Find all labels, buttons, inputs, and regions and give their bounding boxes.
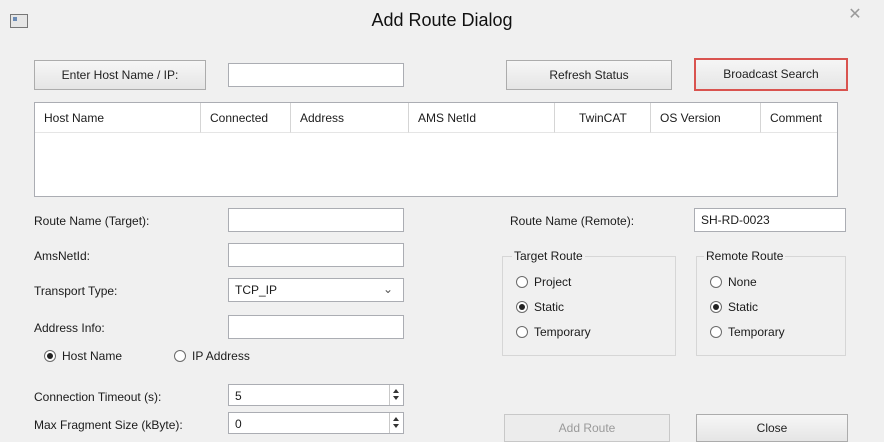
spin-down-icon (393, 396, 399, 400)
remote-none-label[interactable]: None (728, 275, 757, 289)
target-route-group (502, 256, 676, 356)
address-info-label: Address Info: (34, 321, 105, 335)
host-list[interactable]: Host Name Connected Address AMS NetId Tw… (34, 102, 838, 197)
transport-type-select[interactable]: TCP_IP ⌄ (228, 278, 404, 302)
amsnetid-label: AmsNetId: (34, 249, 91, 263)
column-host-name[interactable]: Host Name (35, 103, 201, 133)
route-name-target-input[interactable] (228, 208, 404, 232)
remote-route-legend: Remote Route (704, 249, 786, 263)
remote-temporary-radio[interactable] (710, 326, 722, 338)
column-twincat[interactable]: TwinCAT (555, 103, 651, 133)
max-fragment-value: 0 (235, 417, 242, 431)
spin-down-icon (393, 424, 399, 428)
route-name-target-label: Route Name (Target): (34, 214, 150, 228)
target-static-label[interactable]: Static (534, 300, 564, 314)
transport-type-label: Transport Type: (34, 284, 118, 298)
route-name-remote-input[interactable]: SH-RD-0023 (694, 208, 846, 232)
broadcast-search-button[interactable]: Broadcast Search (694, 58, 848, 91)
remote-none-radio[interactable] (710, 276, 722, 288)
connection-timeout-value: 5 (235, 389, 242, 403)
remote-static-radio[interactable] (710, 301, 722, 313)
column-ams-netid[interactable]: AMS NetId (409, 103, 555, 133)
target-static-radio[interactable] (516, 301, 528, 313)
close-icon[interactable]: ✕ (834, 2, 876, 28)
spin-up-icon (393, 417, 399, 421)
spin-up-icon (393, 389, 399, 393)
host-name-option-label[interactable]: Host Name (62, 349, 122, 363)
ip-address-option-label[interactable]: IP Address (192, 349, 250, 363)
connection-timeout-label: Connection Timeout (s): (34, 390, 162, 404)
target-route-legend: Target Route (512, 249, 585, 263)
close-button[interactable]: Close (696, 414, 848, 442)
route-name-remote-label: Route Name (Remote): (510, 214, 635, 228)
host-name-radio[interactable] (44, 350, 56, 362)
host-ip-input[interactable] (228, 63, 404, 87)
target-project-radio[interactable] (516, 276, 528, 288)
target-temporary-radio[interactable] (516, 326, 528, 338)
route-name-remote-value: SH-RD-0023 (701, 213, 770, 227)
transport-type-value: TCP_IP (235, 283, 278, 297)
connection-timeout-spinner[interactable]: 5 (228, 384, 404, 406)
remote-static-label[interactable]: Static (728, 300, 758, 314)
refresh-status-button[interactable]: Refresh Status (506, 60, 672, 90)
address-info-input[interactable] (228, 315, 404, 339)
add-route-button[interactable]: Add Route (504, 414, 670, 442)
amsnetid-input[interactable] (228, 243, 404, 267)
column-os-version[interactable]: OS Version (651, 103, 761, 133)
fragment-spin-buttons[interactable] (389, 413, 403, 433)
chevron-down-icon: ⌄ (383, 282, 394, 296)
target-project-label[interactable]: Project (534, 275, 571, 289)
remote-temporary-label[interactable]: Temporary (728, 325, 785, 339)
max-fragment-spinner[interactable]: 0 (228, 412, 404, 434)
enter-host-button[interactable]: Enter Host Name / IP: (34, 60, 206, 90)
column-comment[interactable]: Comment (761, 103, 837, 133)
dialog-title: Add Route Dialog (371, 10, 513, 30)
column-address[interactable]: Address (291, 103, 409, 133)
ip-address-radio[interactable] (174, 350, 186, 362)
target-temporary-label[interactable]: Temporary (534, 325, 591, 339)
column-connected[interactable]: Connected (201, 103, 291, 133)
max-fragment-label: Max Fragment Size (kByte): (34, 418, 183, 432)
timeout-spin-buttons[interactable] (389, 385, 403, 405)
